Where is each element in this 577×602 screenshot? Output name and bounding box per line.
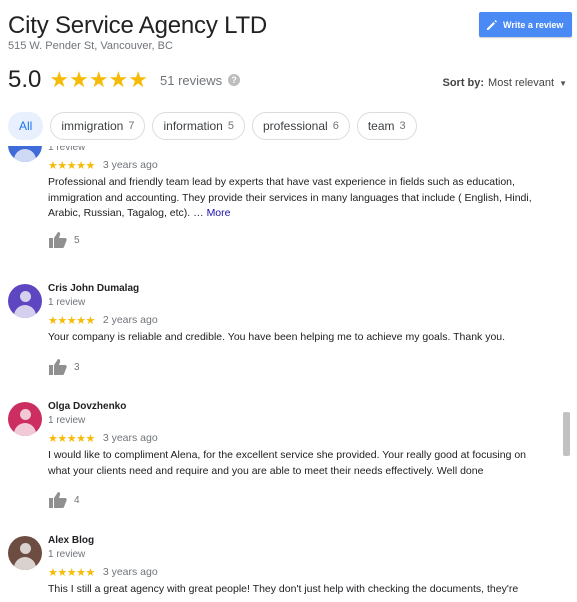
review-stars: ★★★★★ (48, 159, 95, 172)
thumbs-up-icon (49, 492, 67, 508)
pencil-icon (487, 19, 497, 30)
chip-information[interactable]: information 5 (152, 112, 245, 140)
review-stars: ★★★★★ (48, 432, 95, 445)
place-header: City Service Agency LTD 515 W. Pender St… (0, 0, 577, 150)
review-age: 3 years ago (102, 159, 158, 171)
reviewer-name[interactable]: Cris John Dumalag (48, 283, 548, 297)
business-address: 515 W. Pender St, Vancouver, BC (8, 40, 173, 52)
chip-count: 7 (128, 120, 135, 132)
like-count: 3 (74, 361, 80, 373)
chip-count: 6 (332, 120, 339, 132)
write-review-button[interactable]: Write a review (479, 12, 572, 37)
like-button[interactable]: 3 (48, 358, 80, 376)
write-review-label: Write a review (503, 19, 564, 30)
review-item: Alex Blog 1 review ★★★★★ 3 years ago Thi… (0, 535, 560, 602)
chip-label: information (163, 119, 223, 133)
chip-all[interactable]: All (8, 112, 44, 140)
topic-chips: All immigration 7 information 5 professi… (8, 112, 424, 140)
review-stars: ★★★★★ (48, 314, 95, 327)
thumbs-up-icon (49, 232, 67, 248)
sort-label: Sort by: (442, 77, 485, 89)
reviewer-meta: 1 review (48, 549, 86, 560)
review-age: 3 years ago (102, 432, 158, 444)
like-count: 5 (74, 234, 80, 246)
avatar[interactable] (8, 284, 42, 318)
sort-value: Most relevant (488, 77, 555, 89)
reviewer-meta: 1 review (48, 415, 86, 426)
review-text: I would like to compliment Alena, for th… (48, 449, 527, 477)
like-button[interactable]: 4 (48, 491, 80, 509)
chip-count: 3 (399, 120, 406, 132)
review-count[interactable]: 51 reviews (160, 73, 222, 88)
avatar[interactable] (8, 402, 42, 436)
thumbs-up-icon (49, 359, 67, 375)
chip-team[interactable]: team 3 (356, 112, 417, 140)
rating-value: 5.0 (8, 66, 42, 93)
reviewer-name[interactable]: Alex Blog (48, 535, 548, 549)
chip-label: team (367, 119, 395, 133)
review-age: 2 years ago (102, 314, 158, 326)
scrollbar-thumb[interactable] (563, 412, 570, 456)
rating-stars: ★★★★★ (49, 67, 148, 92)
chip-immigration[interactable]: immigration 7 (50, 112, 146, 140)
reviews-list[interactable]: 1 review ★★★★★ 3 years ago Professional … (0, 146, 577, 602)
review-item: 1 review ★★★★★ 3 years ago Professional … (0, 146, 560, 268)
review-text: Professional and friendly team lead by e… (48, 175, 548, 222)
like-button[interactable]: 5 (48, 231, 80, 249)
review-item: Olga Dovzhenko 1 review ★★★★★ 3 years ag… (0, 401, 560, 531)
sort-dropdown[interactable]: Sort by: Most relevant ▼ (442, 77, 567, 89)
review-age: 3 years ago (102, 566, 158, 578)
review-text-body: Professional and friendly team lead by e… (48, 176, 532, 219)
rating-summary: 5.0 ★★★★★ 51 reviews ? (8, 66, 241, 94)
chip-count: 5 (227, 120, 234, 132)
business-name: City Service Agency LTD (8, 12, 268, 39)
chip-label: professional (262, 119, 328, 133)
like-count: 4 (74, 494, 80, 506)
review-item: Cris John Dumalag 1 review ★★★★★ 2 years… (0, 283, 560, 403)
reviewer-name[interactable]: Olga Dovzhenko (48, 401, 548, 415)
chip-label: All (19, 119, 33, 133)
avatar[interactable] (8, 146, 42, 162)
review-text: Your company is reliable and credible. Y… (48, 331, 506, 343)
reviewer-meta: 1 review (48, 146, 86, 153)
chip-professional[interactable]: professional 6 (251, 112, 350, 140)
review-text: This I still a great agency with great p… (48, 583, 519, 595)
review-stars: ★★★★★ (48, 566, 95, 579)
reviewer-meta: 1 review (48, 297, 86, 308)
more-link[interactable]: More (207, 207, 231, 219)
caret-down-icon: ▼ (559, 78, 567, 88)
avatar[interactable] (8, 536, 42, 570)
help-icon[interactable]: ? (228, 74, 241, 86)
chip-label: immigration (61, 119, 124, 133)
